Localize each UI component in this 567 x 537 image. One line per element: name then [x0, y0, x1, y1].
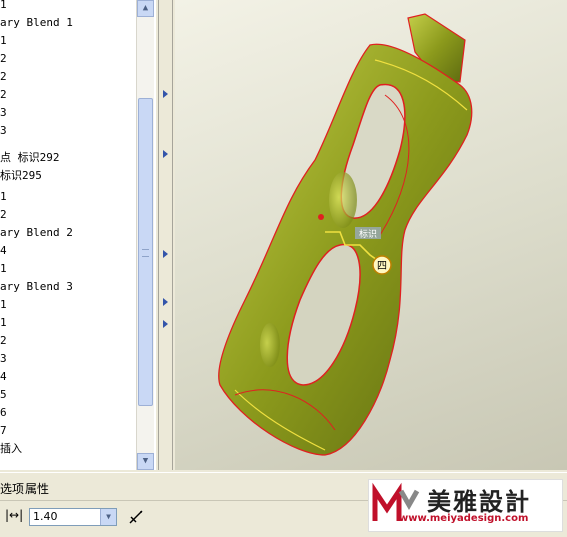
- tree-item[interactable]: ary Blend 2: [0, 224, 73, 242]
- dimension-arrow-icon: |↔|: [5, 508, 24, 522]
- 3d-model-render: 标识 四: [218, 13, 473, 456]
- expand-arrow-icon[interactable]: [163, 320, 168, 328]
- tree-item[interactable]: 2: [0, 332, 7, 350]
- expand-arrow-icon[interactable]: [163, 90, 168, 98]
- svg-text:四: 四: [377, 261, 387, 272]
- tab-properties[interactable]: 属性: [25, 480, 49, 497]
- tree-item[interactable]: 2: [0, 50, 7, 68]
- tree-item[interactable]: 点 标识292: [0, 149, 60, 167]
- tree-item[interactable]: 1: [0, 314, 7, 332]
- scroll-thumb[interactable]: [138, 98, 153, 406]
- expand-arrow-icon[interactable]: [163, 298, 168, 306]
- thickness-select[interactable]: 1.40 ▼: [29, 508, 117, 526]
- expand-arrow-icon[interactable]: [163, 150, 168, 158]
- tree-item[interactable]: 2: [0, 86, 7, 104]
- chevron-down-icon[interactable]: ▼: [100, 509, 116, 525]
- tree-item[interactable]: 3: [0, 104, 7, 122]
- tree-scrollbar[interactable]: ▲ ▼: [136, 0, 154, 470]
- tree-item[interactable]: 3: [0, 122, 7, 140]
- tree-item[interactable]: 1: [0, 188, 7, 206]
- tree-item[interactable]: 3: [0, 350, 7, 368]
- panel-sash[interactable]: [155, 0, 176, 470]
- model-viewport[interactable]: 标识 四: [175, 0, 567, 470]
- tree-item[interactable]: 7: [0, 422, 7, 440]
- tree-item[interactable]: 2: [0, 68, 7, 86]
- tree-item[interactable]: 6: [0, 404, 7, 422]
- tree-item[interactable]: 5: [0, 386, 7, 404]
- tree-item[interactable]: 插入: [0, 440, 22, 458]
- brand-logo: 美雅設計 www.meiyadesign.com: [368, 479, 563, 532]
- flip-direction-icon[interactable]: [126, 507, 146, 527]
- scroll-down-button[interactable]: ▼: [137, 453, 154, 470]
- tree-item[interactable]: 标识295: [0, 167, 42, 185]
- svg-text:标识: 标识: [359, 228, 377, 240]
- model-tree-panel: 1 ary Blend 1122233点 标识292 标识295 1 2 ary Blen…: [0, 0, 156, 470]
- tree-item[interactable]: 4: [0, 242, 7, 260]
- tree-item[interactable]: 4: [0, 368, 7, 386]
- tree-item[interactable]: 1: [0, 32, 7, 50]
- scroll-up-button[interactable]: ▲: [137, 0, 154, 17]
- tree-item[interactable]: 2: [0, 206, 7, 224]
- tree-item[interactable]: ary Blend 3: [0, 278, 73, 296]
- tree-item[interactable]: 1: [0, 0, 7, 14]
- tree-item[interactable]: 1: [0, 260, 7, 278]
- tree-item[interactable]: 1: [0, 296, 7, 314]
- tree-item[interactable]: ary Blend 1: [0, 14, 73, 32]
- tab-options[interactable]: 选项: [0, 480, 24, 497]
- expand-arrow-icon[interactable]: [163, 250, 168, 258]
